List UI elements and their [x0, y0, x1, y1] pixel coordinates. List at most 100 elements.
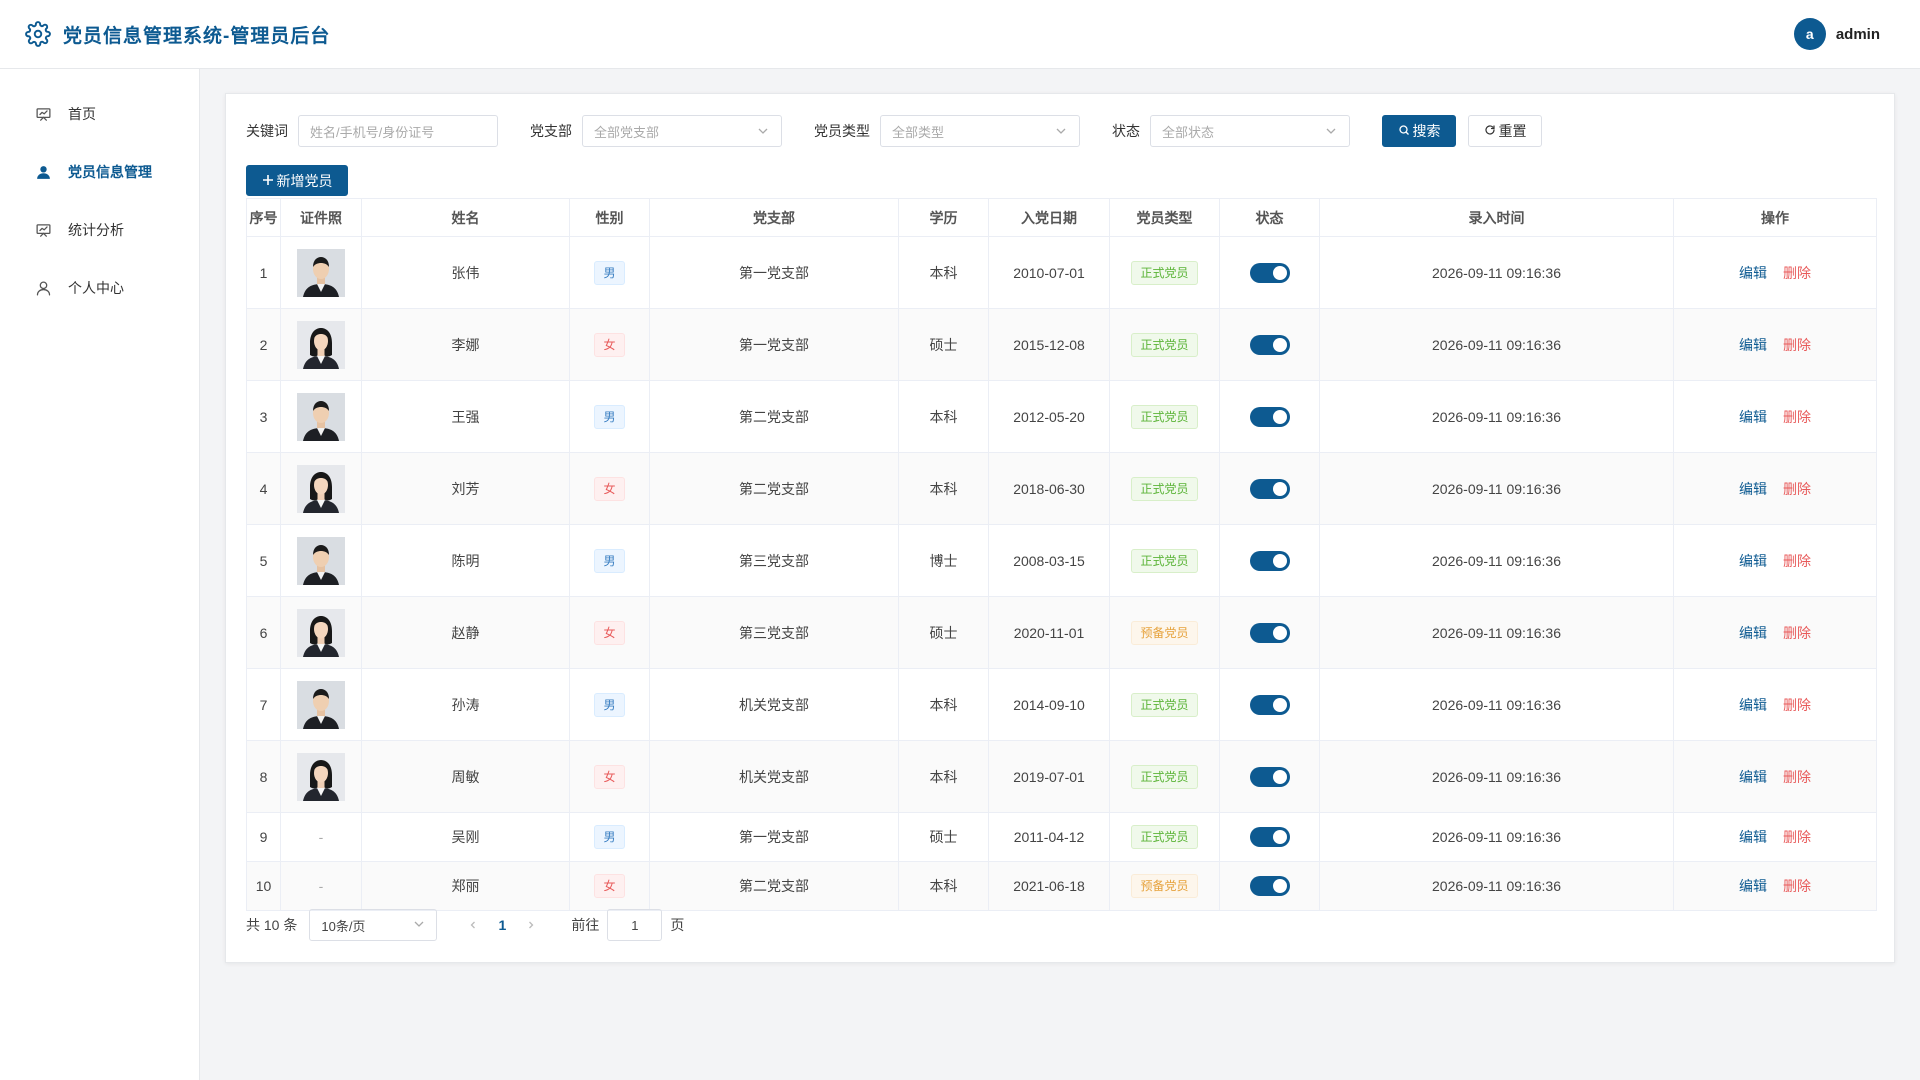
cell-actions: 编辑 删除 — [1673, 452, 1877, 525]
edit-button[interactable]: 编辑 — [1739, 481, 1767, 497]
cell-join-date: 2015-12-08 — [988, 308, 1110, 381]
add-member-button[interactable]: 新增党员 — [246, 165, 348, 196]
delete-button[interactable]: 删除 — [1783, 553, 1811, 569]
gender-tag: 男 — [594, 825, 625, 849]
avatar: a — [1793, 18, 1826, 50]
cell-status — [1219, 236, 1320, 309]
next-page-button[interactable] — [517, 909, 545, 941]
status-toggle[interactable] — [1249, 827, 1290, 847]
status-toggle[interactable] — [1249, 406, 1290, 427]
edit-button[interactable]: 编辑 — [1739, 625, 1767, 641]
cell-join-date: 2021-06-18 — [988, 861, 1110, 911]
cell-index: 1 — [246, 236, 281, 309]
cell-education: 硕士 — [898, 308, 989, 381]
cell-education: 本科 — [898, 740, 989, 813]
edit-button[interactable]: 编辑 — [1739, 878, 1767, 894]
edit-button[interactable]: 编辑 — [1739, 697, 1767, 713]
filter-bar: 关键词 姓名/手机号/身份证号 党支部 全部党支部 党员类型 全部类型 状态 全… — [246, 115, 1542, 147]
plus-icon — [262, 173, 274, 189]
member-photo — [297, 536, 345, 585]
cell-index: 3 — [246, 380, 281, 453]
delete-button[interactable]: 删除 — [1783, 481, 1811, 497]
delete-button[interactable]: 删除 — [1783, 409, 1811, 425]
cell-index: 6 — [246, 596, 281, 669]
cell-actions: 编辑 删除 — [1673, 308, 1877, 381]
column-header: 序号 — [246, 198, 281, 237]
sidebar-item-home[interactable]: 首页 — [0, 85, 199, 143]
cell-gender: 女 — [569, 740, 650, 813]
delete-button[interactable]: 删除 — [1783, 625, 1811, 641]
toggle-knob — [1272, 625, 1287, 640]
table-body: 1 张伟男第一党支部 本科 2010-07-01 正式党员 2026-09-11 09:1… — [246, 236, 1877, 911]
status-toggle[interactable] — [1249, 766, 1290, 787]
cell-actions: 编辑 删除 — [1673, 812, 1877, 862]
status-toggle[interactable] — [1249, 334, 1290, 355]
photo-empty: - — [318, 878, 324, 894]
delete-button[interactable]: 删除 — [1783, 829, 1811, 845]
member-type-select[interactable]: 全部类型 — [880, 115, 1080, 147]
cell-gender: 男 — [569, 812, 650, 862]
status-toggle[interactable] — [1249, 694, 1290, 715]
page-size-select[interactable]: 10条/页 — [309, 909, 438, 941]
member-photo — [297, 464, 345, 513]
edit-button[interactable]: 编辑 — [1739, 409, 1767, 425]
status-toggle[interactable] — [1249, 478, 1290, 499]
table-row: 9 - 吴刚男第一党支部 硕士 2011-04-12 正式党员 2026-09-11 09:… — [246, 812, 1877, 862]
sidebar-item-label: 个人中心 — [68, 280, 124, 296]
status-toggle[interactable] — [1249, 550, 1290, 571]
cell-index: 5 — [246, 524, 281, 597]
delete-button[interactable]: 删除 — [1783, 265, 1811, 281]
cell-gender: 女 — [569, 452, 650, 525]
cell-name: 郑丽 — [361, 861, 570, 911]
cell-actions: 编辑 删除 — [1673, 380, 1877, 453]
delete-button[interactable]: 删除 — [1783, 769, 1811, 785]
user-solid-icon — [34, 163, 52, 181]
column-header: 操作 — [1673, 198, 1877, 237]
status-toggle[interactable] — [1249, 622, 1290, 643]
reset-button[interactable]: 重置 — [1468, 115, 1542, 147]
column-header: 党员类型 — [1109, 198, 1220, 237]
table-row: 6 赵静女第三党支部 硕士 2020-11-01 预备党员 2026-09-11 09:1… — [246, 596, 1877, 669]
prev-page-button[interactable] — [459, 909, 487, 941]
edit-button[interactable]: 编辑 — [1739, 553, 1767, 569]
user-menu[interactable]: a admin — [1793, 18, 1880, 50]
sidebar-item-profile[interactable]: 个人中心 — [0, 259, 199, 317]
status-toggle[interactable] — [1249, 262, 1290, 283]
cell-education: 本科 — [898, 452, 989, 525]
status-toggle[interactable] — [1249, 876, 1290, 896]
cell-branch: 机关党支部 — [649, 668, 899, 741]
delete-button[interactable]: 删除 — [1783, 337, 1811, 353]
goto-page-input[interactable]: 1 — [607, 909, 663, 941]
edit-button[interactable]: 编辑 — [1739, 829, 1767, 845]
page-number-current[interactable]: 1 — [487, 917, 517, 933]
delete-button[interactable]: 删除 — [1783, 878, 1811, 894]
cell-member-type: 预备党员 — [1109, 596, 1220, 669]
edit-button[interactable]: 编辑 — [1739, 265, 1767, 281]
cell-actions: 编辑 删除 — [1673, 596, 1877, 669]
column-header: 证件照 — [280, 198, 362, 237]
member-type-tag: 正式党员 — [1131, 825, 1198, 849]
column-header: 入党日期 — [988, 198, 1110, 237]
search-button[interactable]: 搜索 — [1382, 115, 1456, 147]
cell-entry-time: 2026-09-11 09:16:36 — [1319, 380, 1674, 453]
sidebar-item-statistics[interactable]: 统计分析 — [0, 201, 199, 259]
member-photo — [297, 752, 345, 801]
branch-select[interactable]: 全部党支部 — [582, 115, 782, 147]
table-row: 1 张伟男第一党支部 本科 2010-07-01 正式党员 2026-09-11 09:1… — [246, 236, 1877, 309]
cell-index: 7 — [246, 668, 281, 741]
gender-tag: 男 — [594, 404, 625, 429]
status-select[interactable]: 全部状态 — [1150, 115, 1350, 147]
edit-button[interactable]: 编辑 — [1739, 769, 1767, 785]
toggle-knob — [1272, 879, 1287, 893]
member-photo — [297, 680, 345, 729]
table-row: 5 陈明男第三党支部 博士 2008-03-15 正式党员 2026-09-11 09:1… — [246, 524, 1877, 597]
branch-label: 党支部 — [530, 123, 572, 139]
keyword-input[interactable]: 姓名/手机号/身份证号 — [298, 115, 498, 147]
member-type-tag: 正式党员 — [1131, 764, 1198, 789]
edit-button[interactable]: 编辑 — [1739, 337, 1767, 353]
sidebar-item-member-management[interactable]: 党员信息管理 — [0, 143, 199, 201]
member-type-tag: 正式党员 — [1131, 548, 1198, 573]
dashboard-board-icon — [34, 105, 52, 123]
column-header: 党支部 — [649, 198, 899, 237]
delete-button[interactable]: 删除 — [1783, 697, 1811, 713]
